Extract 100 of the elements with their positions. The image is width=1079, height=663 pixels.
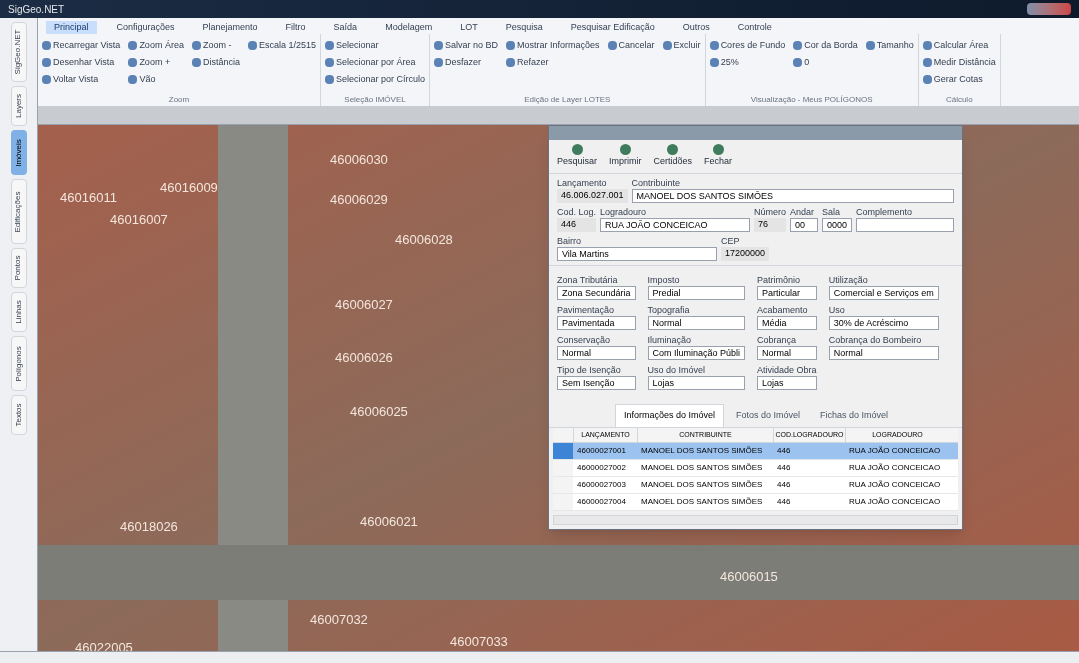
ribbon-button[interactable]: Selecionar — [324, 38, 425, 52]
ribbon-button[interactable]: Salvar no BD — [434, 38, 499, 52]
row-header[interactable] — [553, 477, 573, 493]
ribbon-tab[interactable]: Outros — [674, 20, 718, 34]
input-field[interactable]: RUA JOÃO CONCEICAO — [600, 218, 751, 232]
group-title: Visualização - Meus POLÍGONOS — [749, 94, 874, 106]
input-field[interactable]: Vila Martins — [557, 247, 717, 262]
field-label: Cobrança do Bombeiro — [828, 334, 923, 347]
ribbon-button[interactable]: Gerar Cotas — [922, 72, 996, 86]
ribbon-button[interactable]: Tamanho — [865, 38, 914, 52]
input-field[interactable]: Zona Secundária — [557, 286, 636, 301]
ribbon-button[interactable]: 0 — [793, 55, 858, 69]
ribbon-button[interactable]: Voltar Vista — [42, 72, 121, 86]
field-label: Complemento — [856, 206, 914, 218]
ribbon-button[interactable]: Medir Distância — [922, 55, 996, 69]
ribbon-button[interactable]: Zoom + — [128, 55, 184, 69]
input-field[interactable]: 76 — [754, 218, 787, 232]
field-label: Imposto — [647, 274, 681, 287]
tool-icon — [607, 40, 617, 50]
row-header[interactable] — [553, 460, 573, 476]
ribbon-button[interactable]: Desfazer — [434, 55, 499, 69]
ribbon-button[interactable]: Zoom Área — [128, 38, 184, 52]
side-tab[interactable]: Pontos — [10, 248, 27, 288]
toolbar-button[interactable]: Pesquisar — [557, 144, 598, 169]
input-field[interactable]: Lojas — [757, 376, 817, 391]
ribbon-tab[interactable]: LOT — [452, 20, 486, 34]
ribbon-tab[interactable]: Filtro — [277, 20, 314, 34]
input-field[interactable]: Particular — [757, 286, 817, 301]
ribbon-tab[interactable]: Controle — [729, 20, 780, 34]
lot-label: 46007032 — [310, 611, 368, 629]
toolbar-button[interactable]: Certidões — [653, 144, 693, 169]
input-field[interactable]: Sem Isenção — [557, 376, 636, 391]
table-row[interactable]: 46000027002 MANOEL DOS SANTOS SIMÕES 446 RUA JOÃO CONCEICAO — [553, 460, 958, 477]
ribbon-tab[interactable]: Pesquisa — [497, 20, 551, 34]
side-tab[interactable]: Layers — [10, 86, 27, 126]
input-field[interactable]: 30% de Acréscimo — [828, 316, 939, 331]
input-field[interactable]: MANOEL DOS SANTOS SIMÕES — [631, 188, 954, 203]
ribbon-button[interactable]: Excluir — [662, 38, 701, 52]
side-tab[interactable]: Linhas — [10, 292, 27, 332]
table-row[interactable]: 46000027003 MANOEL DOS SANTOS SIMÕES 446 RUA JOÃO CONCEICAO — [553, 477, 958, 494]
ribbon-button[interactable]: Zoom - — [191, 38, 240, 52]
input-field[interactable]: Normal — [647, 316, 746, 331]
input-field[interactable]: Lojas — [647, 376, 746, 391]
ribbon-tab[interactable]: Pesquisar Edificação — [562, 20, 663, 34]
input-field[interactable]: Pavimentada — [557, 316, 636, 331]
side-tab[interactable]: Polígonos — [10, 336, 27, 391]
ribbon-button[interactable]: Selecionar por Círculo — [324, 72, 425, 86]
ribbon-button[interactable]: Desenhar Vista — [42, 55, 121, 69]
ribbon-tab[interactable]: Saída — [325, 20, 366, 34]
input-field[interactable]: 17200000 — [721, 247, 770, 262]
ribbon-tab[interactable]: Planejamento — [194, 20, 266, 34]
field-label: Andar — [790, 206, 816, 218]
ribbon-button[interactable]: Cor da Borda — [793, 38, 858, 52]
row-header[interactable] — [553, 494, 573, 510]
input-field[interactable] — [856, 218, 954, 232]
ribbon-tab[interactable]: Modelagem — [377, 20, 441, 34]
row-header[interactable] — [553, 443, 573, 459]
table-cell-text: MANOEL DOS SANTOS SIMÕES — [640, 462, 764, 474]
ribbon-button[interactable]: Escala 1/2515 — [247, 38, 316, 52]
side-tab[interactable]: Imóveis — [10, 130, 27, 175]
input-field[interactable]: 00 — [790, 218, 819, 232]
table-cell-text: 446 — [776, 479, 792, 491]
lot-label: 46016009 — [160, 179, 218, 197]
table-row[interactable]: 46000027001 MANOEL DOS SANTOS SIMÕES 446 RUA JOÃO CONCEICAO — [553, 443, 958, 460]
dialog-tab[interactable]: Fichas do Imóvel — [812, 404, 897, 427]
ribbon-button[interactable]: Cores de Fundo — [709, 38, 786, 52]
ribbon-button[interactable]: Vão — [128, 72, 184, 86]
ribbon-tab[interactable]: Principal — [46, 20, 97, 34]
lot-label: 46006027 — [335, 296, 393, 314]
input-field[interactable]: Comercial e Serviços em — [828, 286, 939, 301]
input-field[interactable]: Normal — [828, 346, 939, 361]
side-tab[interactable]: Textos — [10, 395, 27, 435]
ribbon-button[interactable]: Distância — [191, 55, 240, 69]
input-field[interactable]: Com Iluminação Públi — [647, 346, 746, 361]
ribbon-button[interactable]: Calcular Área — [922, 38, 996, 52]
horizontal-scrollbar[interactable] — [553, 515, 958, 525]
ribbon-button[interactable]: Recarregar Vista — [42, 38, 121, 52]
input-field[interactable]: Média — [757, 316, 817, 331]
table-cell-text: 446 — [776, 496, 792, 508]
dialog-tab[interactable]: Informações do Imóvel — [614, 404, 724, 427]
input-field[interactable]: 446 — [557, 218, 597, 232]
input-field[interactable]: Predial — [647, 286, 746, 301]
toolbar-button[interactable]: Imprimir — [609, 144, 642, 169]
input-field[interactable]: 0000 — [822, 218, 853, 232]
table-row[interactable]: 46000027004 MANOEL DOS SANTOS SIMÕES 446 RUA JOÃO CONCEICAO — [553, 494, 958, 511]
ribbon-button[interactable]: Mostrar Informações — [506, 38, 600, 52]
input-field[interactable]: Normal — [757, 346, 817, 361]
input-field[interactable]: 46.006.027.001 — [557, 188, 628, 203]
ribbon-button[interactable]: 25% — [709, 55, 786, 69]
side-tab[interactable]: SigGeo.NET — [10, 22, 27, 82]
ribbon-tab[interactable]: Configurações — [108, 20, 183, 34]
ribbon-button[interactable]: Selecionar por Área — [324, 55, 425, 69]
ribbon-button[interactable]: Cancelar — [607, 38, 655, 52]
dialog-tab[interactable]: Fotos do Imóvel — [728, 404, 808, 427]
side-tab[interactable]: Edificações — [10, 179, 27, 244]
group-title: Cálculo — [944, 94, 974, 106]
field-label: Atividade Obra — [757, 364, 817, 377]
input-field[interactable]: Normal — [557, 346, 636, 361]
ribbon-button[interactable]: Refazer — [506, 55, 600, 69]
toolbar-button[interactable]: Fechar — [704, 144, 733, 169]
